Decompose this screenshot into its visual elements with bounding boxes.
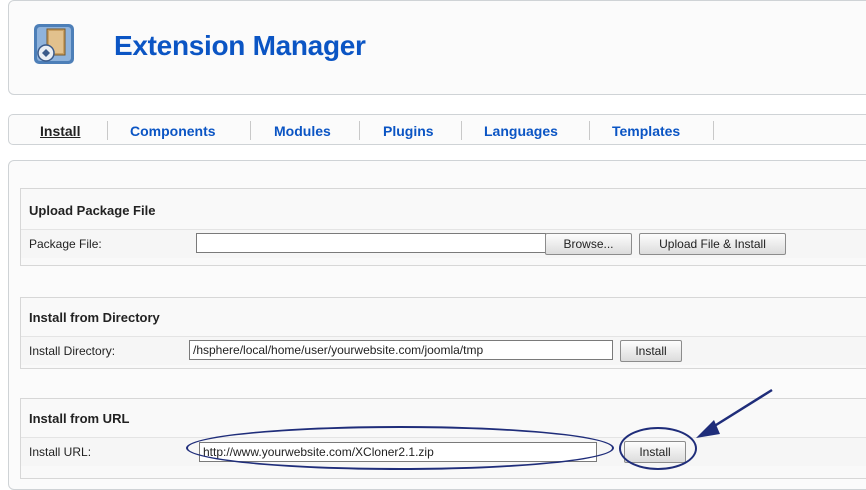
tab-languages[interactable]: Languages <box>484 123 558 139</box>
tab-divider <box>250 121 251 140</box>
upload-install-button[interactable]: Upload File & Install <box>639 233 786 255</box>
page-title: Extension Manager <box>114 30 366 61</box>
install-url-input[interactable] <box>199 442 597 462</box>
header-panel: Extension Manager <box>8 0 866 95</box>
tab-plugins[interactable]: Plugins <box>383 123 434 139</box>
install-url-button[interactable]: Install <box>624 441 686 463</box>
browse-button[interactable]: Browse... <box>545 233 632 255</box>
tab-bar: Install Components Modules Plugins Langu… <box>8 114 866 145</box>
extension-manager-icon <box>34 24 74 64</box>
upload-row: Package File: Browse... Upload File & In… <box>21 229 866 258</box>
tab-divider <box>713 121 714 140</box>
section-title: Install from Directory <box>29 310 160 325</box>
install-directory-input[interactable] <box>189 340 613 360</box>
install-url-label: Install URL: <box>29 445 92 459</box>
tab-divider <box>359 121 360 140</box>
tab-components[interactable]: Components <box>130 123 216 139</box>
directory-row: Install Directory: Install <box>21 336 866 365</box>
tab-divider <box>461 121 462 140</box>
tab-templates[interactable]: Templates <box>612 123 680 139</box>
package-file-input[interactable] <box>196 233 546 253</box>
section-title: Install from URL <box>29 411 130 426</box>
install-directory-section: Install from Directory Install Directory… <box>20 297 866 369</box>
section-title: Upload Package File <box>29 203 156 218</box>
package-file-label: Package File: <box>29 237 102 251</box>
annotation-arrow-icon <box>696 388 773 438</box>
tab-divider <box>107 121 108 140</box>
tab-modules[interactable]: Modules <box>274 123 331 139</box>
tab-divider <box>589 121 590 140</box>
install-directory-button[interactable]: Install <box>620 340 682 362</box>
tab-install[interactable]: Install <box>40 123 80 139</box>
install-directory-label: Install Directory: <box>29 344 116 358</box>
upload-package-section: Upload Package File Package File: Browse… <box>20 188 866 266</box>
